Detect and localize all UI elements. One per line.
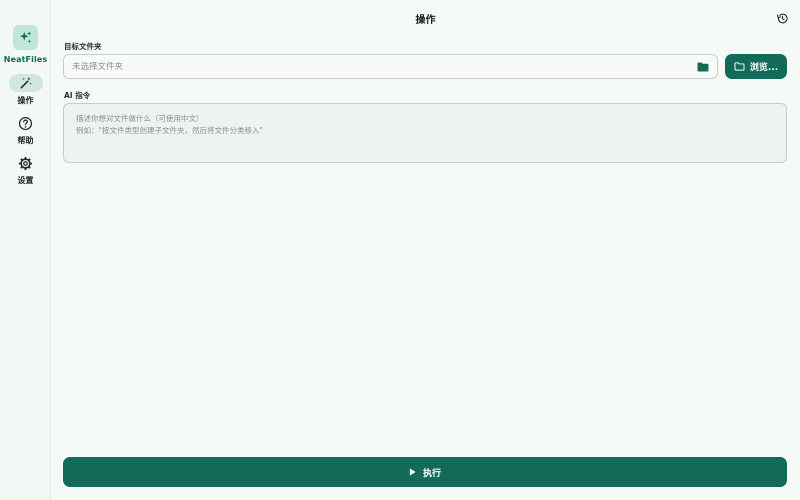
target-folder-label: 目标文件夹 [64, 42, 102, 51]
sparkles-icon [19, 31, 32, 44]
ai-prompt-container [63, 103, 787, 163]
sidebar-item-settings[interactable]: 设置 [0, 154, 51, 186]
history-icon [776, 13, 788, 23]
sidebar-item-operations[interactable]: 操作 [0, 74, 51, 106]
run-button-label: 执行 [422, 468, 441, 479]
run-button[interactable]: 执行 [63, 457, 787, 487]
sidebar-item-label: 设置 [17, 176, 34, 185]
target-folder-input[interactable] [72, 61, 696, 72]
ai-prompt-input[interactable] [64, 104, 786, 162]
sidebar-item-label: 操作 [17, 96, 34, 105]
sidebar-item-label: 帮助 [17, 136, 34, 145]
page-title: 操作 [415, 15, 436, 26]
sidebar-item-help[interactable]: 帮助 [0, 114, 51, 146]
play-icon [409, 468, 416, 476]
history-button[interactable] [775, 11, 789, 25]
help-circle-icon [18, 116, 33, 130]
gear-icon [18, 156, 33, 170]
folder-outline-icon [734, 62, 745, 71]
magic-wand-icon [20, 77, 32, 89]
target-folder-field [63, 54, 718, 79]
sidebar: NeatFiles 操作 帮助 设置 [0, 0, 51, 500]
ai-prompt-label: AI 指令 [64, 91, 91, 100]
browse-button-label: 浏览... [749, 63, 779, 73]
app-name: NeatFiles [3, 55, 48, 64]
browse-button[interactable]: 浏览... [725, 54, 787, 79]
folder-icon[interactable] [696, 61, 709, 72]
app-logo [13, 25, 38, 50]
